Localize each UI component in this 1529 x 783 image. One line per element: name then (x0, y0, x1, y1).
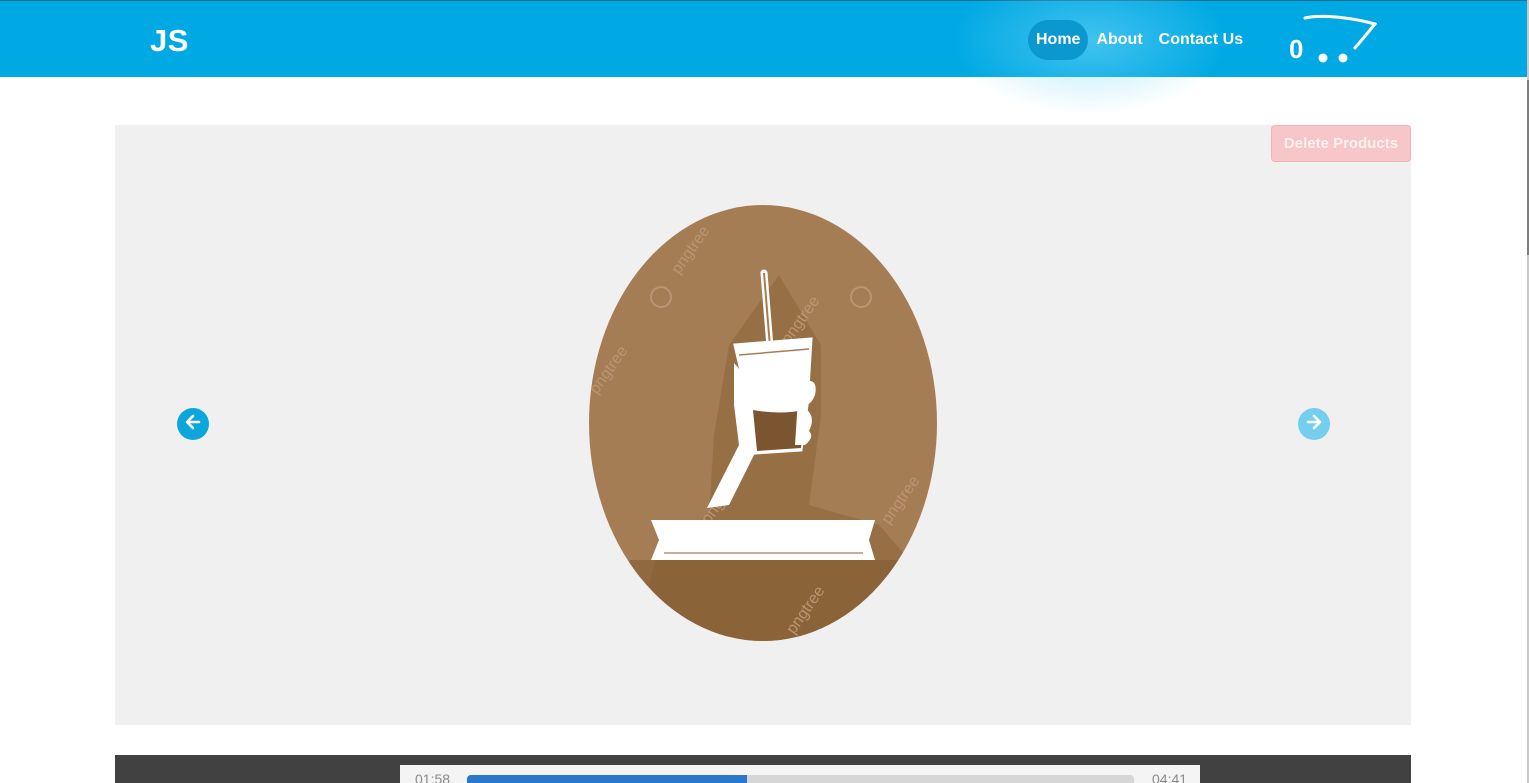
product-slider: Delete Products pngtree pngtree pngtree … (115, 125, 1411, 725)
top-navbar: JS Home About Contact Us 0 (0, 0, 1527, 121)
delete-products-button[interactable]: Delete Products (1271, 125, 1411, 162)
header-glow (940, 0, 1240, 121)
arrow-left-icon (183, 412, 203, 437)
progress-fill (467, 775, 748, 783)
nav-home-link[interactable]: Home (1028, 20, 1089, 60)
progress-bar[interactable] (467, 775, 1134, 783)
cart-icon[interactable] (1303, 12, 1378, 71)
arrow-right-icon (1304, 412, 1324, 437)
nav-about-link[interactable]: About (1088, 20, 1150, 60)
coffee-cup-icon: pngtree pngtree pngtree pngtree pngtree … (589, 205, 937, 641)
nav-contact-link[interactable]: Contact Us (1151, 20, 1251, 60)
total-time: 04:41 (1152, 771, 1188, 783)
slider-prev-button[interactable] (177, 408, 209, 440)
slider-next-button[interactable] (1298, 408, 1330, 440)
main-nav: Home About Contact Us (1028, 20, 1251, 60)
audio-player: 01:58 04:41 (115, 755, 1411, 783)
cart-count[interactable]: 0 (1289, 34, 1303, 65)
player-controls: 01:58 04:41 (400, 765, 1200, 783)
slide-image: pngtree pngtree pngtree pngtree pngtree … (589, 205, 939, 646)
current-time: 01:58 (415, 771, 451, 783)
site-logo[interactable]: JS (150, 23, 189, 59)
